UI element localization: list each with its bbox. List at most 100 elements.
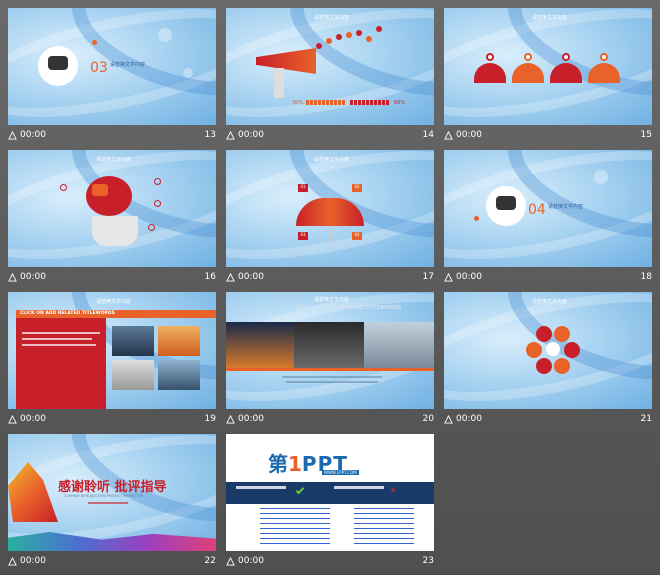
slide-thumb-23-cell: 第 1 PPT WWW.1PPT.COM ✕ 00:00 23 <box>226 434 434 574</box>
animation-indicator[interactable]: 00:00 <box>444 272 482 282</box>
animation-indicator[interactable]: 00:00 <box>226 130 264 140</box>
text-line <box>22 344 96 346</box>
animation-indicator[interactable]: 00:00 <box>8 414 46 424</box>
icon-dot <box>376 26 382 32</box>
slide-thumb-23[interactable]: 第 1 PPT WWW.1PPT.COM ✕ <box>226 434 434 551</box>
petal-circle <box>554 326 570 342</box>
petal-circle <box>554 358 570 374</box>
slide-thumb-21[interactable]: 请替换文字内容 <box>444 292 652 409</box>
slide-title: 请替换文字内容 <box>314 297 350 303</box>
label-box: 04 <box>352 232 362 240</box>
accent-dot <box>92 40 97 45</box>
section-number: 03 <box>90 60 108 76</box>
text-line <box>334 486 384 489</box>
percent-left: 30% <box>292 100 304 106</box>
slide-number: 16 <box>204 272 216 282</box>
brain-graphic <box>86 176 132 216</box>
slide-thumb-21-cell: 请替换文字内容 00:00 21 <box>444 292 652 432</box>
animation-indicator[interactable]: 00:00 <box>8 272 46 282</box>
logo-one: 1 <box>288 452 302 476</box>
logo-prefix: 第 <box>268 452 288 476</box>
slide-thumb-18[interactable]: 04 请替换文字内容 <box>444 150 652 267</box>
slide-title: 请替换文字内容 <box>548 204 584 210</box>
head-silhouette <box>92 216 138 246</box>
star-animation-icon <box>8 272 17 282</box>
animation-indicator[interactable]: 00:00 <box>226 556 264 566</box>
1ppt-logo: 第 1 PPT <box>268 448 348 476</box>
accent-dot <box>474 216 479 221</box>
slide-title: 请替换文字内容 <box>314 15 350 21</box>
slide-timing: 00:00 <box>238 130 264 140</box>
slide-thumb-13-cell: 03 请替换文字内容 00:00 13 <box>8 8 216 148</box>
animation-indicator[interactable]: 00:00 <box>226 272 264 282</box>
link-list-left <box>260 508 330 548</box>
cross-icon: ✕ <box>390 486 397 495</box>
slide-title: 请替换文字内容 <box>96 299 132 305</box>
slide-timing: 00:00 <box>238 556 264 566</box>
star-animation-icon <box>444 414 453 424</box>
text-line <box>22 332 100 334</box>
slide-timing: 00:00 <box>20 414 46 424</box>
slide-thumb-16[interactable]: 请替换文字内容 <box>8 150 216 267</box>
faded-heading: CLICK ON ADD RELATED TITLEWORDS <box>296 305 402 311</box>
slide-meta: 00:00 17 <box>226 272 434 288</box>
slide-title: 请替换文字内容 <box>532 15 568 21</box>
slide-timing: 00:00 <box>20 556 46 566</box>
slide-timing: 00:00 <box>456 272 482 282</box>
animation-indicator[interactable]: 00:00 <box>444 414 482 424</box>
animation-indicator[interactable]: 00:00 <box>444 130 482 140</box>
slide-thumb-14[interactable]: 请替换文字内容 30% 60% <box>226 8 434 125</box>
slide-meta: 00:00 19 <box>8 414 216 430</box>
slide-thumb-22[interactable]: 感谢聆听 批评指导 COMPANY INTRODUCTION PRODUCT P… <box>8 434 216 551</box>
star-animation-icon <box>8 556 17 566</box>
bubble-decoration <box>158 28 172 42</box>
text-line <box>282 376 382 378</box>
slide-timing: 00:00 <box>456 414 482 424</box>
slide-number: 23 <box>422 556 434 566</box>
slide-number: 22 <box>204 556 216 566</box>
slide-title: 请替换文字内容 <box>532 299 568 305</box>
slide-timing: 00:00 <box>238 414 264 424</box>
text-line <box>22 338 92 340</box>
photo-laptop <box>364 322 434 368</box>
node-dot <box>154 178 161 185</box>
icon-dot <box>346 32 352 38</box>
label-box: 03 <box>298 232 308 240</box>
slide-thumb-16-cell: 请替换文字内容 00:00 16 <box>8 150 216 290</box>
pin-marker <box>486 53 494 61</box>
node-dot <box>60 184 67 191</box>
petal-circle <box>536 326 552 342</box>
petal-circle <box>536 358 552 374</box>
bubble-decoration <box>594 170 608 184</box>
slide-thumb-17[interactable]: 请替换文字内容 01 02 03 04 <box>226 150 434 267</box>
star-animation-icon <box>444 272 453 282</box>
star-animation-icon <box>226 272 235 282</box>
link-list-right <box>354 508 414 548</box>
animation-indicator[interactable]: 00:00 <box>8 130 46 140</box>
slide-thumb-18-cell: 04 请替换文字内容 00:00 18 <box>444 150 652 290</box>
slide-meta: 00:00 21 <box>444 414 652 430</box>
slide-thumb-13[interactable]: 03 请替换文字内容 <box>8 8 216 125</box>
slide-meta: 00:00 23 <box>226 556 434 572</box>
slide-meta: 00:00 22 <box>8 556 216 572</box>
people-icons-orange <box>306 100 346 105</box>
slide-thumb-19-cell: 请替换文字内容 CLICK ON ADD RELATED TITLEWORDS … <box>8 292 216 432</box>
slide-number: 18 <box>640 272 652 282</box>
presenter-line <box>88 502 128 504</box>
animation-indicator[interactable]: 00:00 <box>226 414 264 424</box>
icon-dot <box>356 30 362 36</box>
slide-meta: 00:00 20 <box>226 414 434 430</box>
label-box: 02 <box>352 184 362 192</box>
slide-thumb-19[interactable]: 请替换文字内容 CLICK ON ADD RELATED TITLEWORDS <box>8 292 216 409</box>
animation-indicator[interactable]: 00:00 <box>8 556 46 566</box>
slide-meta: 00:00 16 <box>8 272 216 288</box>
slide-thumb-15[interactable]: 请替换文字内容 <box>444 8 652 125</box>
slide-thumb-20[interactable]: 请替换文字内容 CLICK ON ADD RELATED TITLEWORDS <box>226 292 434 409</box>
slide-number: 13 <box>204 130 216 140</box>
star-animation-icon <box>226 556 235 566</box>
slide-timing: 00:00 <box>238 272 264 282</box>
slide-timing: 00:00 <box>20 130 46 140</box>
photo-business <box>112 326 154 356</box>
slide-title: 请替换文字内容 <box>96 157 132 163</box>
photo-meeting <box>112 360 154 390</box>
